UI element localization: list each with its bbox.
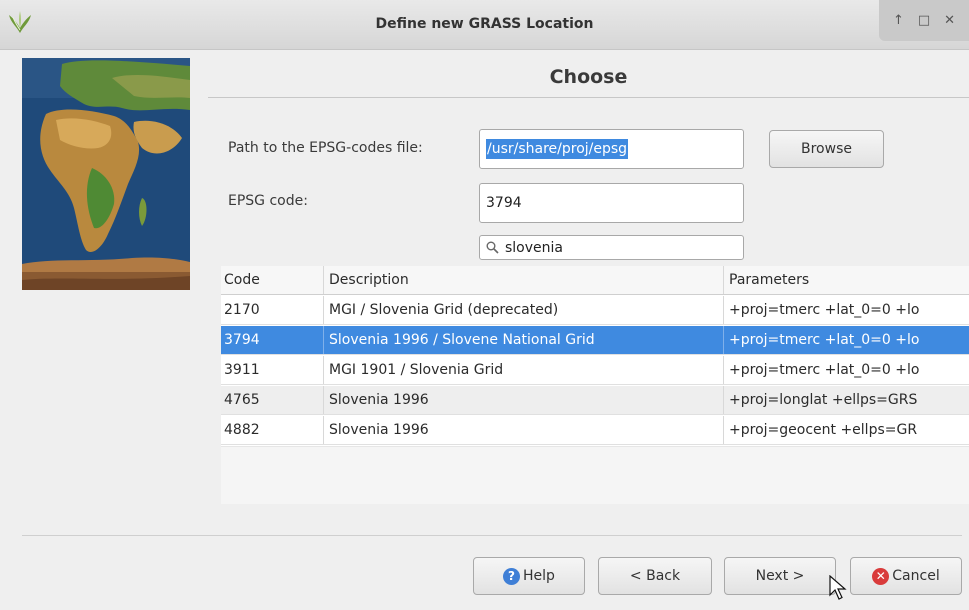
cell-description: Slovenia 1996 / Slovene National Grid [324, 326, 724, 354]
table-row[interactable]: 3911 MGI 1901 / Slovenia Grid +proj=tmer… [221, 356, 969, 385]
epsg-code-value: 3794 [486, 195, 522, 211]
world-map-image [22, 58, 190, 290]
epsg-code-table: Code Description Parameters 2170 MGI / S… [221, 266, 969, 504]
window-controls: ↑ □ ✕ [879, 0, 969, 41]
cell-parameters: +proj=geocent +ellps=GR [729, 422, 918, 438]
cell-parameters: +proj=tmerc +lat_0=0 +lo [729, 362, 920, 378]
search-input[interactable]: slovenia [479, 235, 744, 260]
epsg-code-label: EPSG code: [228, 193, 308, 209]
back-button[interactable]: < Back [598, 557, 712, 595]
mouse-cursor-icon [829, 575, 847, 600]
section-title: Choose [549, 66, 628, 88]
next-button[interactable]: Next > [724, 557, 836, 595]
table-row[interactable]: 4765 Slovenia 1996 +proj=longlat +ellps=… [221, 386, 969, 415]
column-header-code[interactable]: Code [221, 266, 324, 294]
section-divider [208, 97, 969, 98]
search-value: slovenia [505, 239, 563, 256]
close-icon[interactable]: ✕ [944, 13, 955, 28]
table-empty-area [221, 446, 969, 504]
table-header: Code Description Parameters [221, 266, 969, 295]
table-row[interactable]: 2170 MGI / Slovenia Grid (deprecated) +p… [221, 296, 969, 325]
cell-code: 4882 [221, 416, 324, 444]
cell-code: 3911 [221, 356, 324, 384]
cell-code: 3794 [221, 326, 324, 354]
cell-description: MGI / Slovenia Grid (deprecated) [324, 296, 724, 324]
maximize-icon[interactable]: ↑ [893, 13, 904, 28]
cancel-icon: ✕ [872, 567, 890, 585]
help-button-label: Help [523, 568, 555, 584]
epsg-code-input[interactable]: 3794 [479, 183, 744, 223]
epsg-path-input[interactable]: /usr/share/proj/epsg [479, 129, 744, 169]
epsg-path-label: Path to the EPSG-codes file: [228, 140, 423, 156]
table-row-selected[interactable]: 3794 Slovenia 1996 / Slovene National Gr… [221, 326, 969, 355]
table-row[interactable]: 4882 Slovenia 1996 +proj=geocent +ellps=… [221, 416, 969, 445]
window-titlebar: Define new GRASS Location ↑ □ ✕ [0, 0, 969, 50]
cell-code: 2170 [221, 296, 324, 324]
cell-description: Slovenia 1996 [324, 416, 724, 444]
help-button[interactable]: ? Help [473, 557, 585, 595]
epsg-path-value: /usr/share/proj/epsg [486, 139, 629, 159]
cell-parameters: +proj=tmerc +lat_0=0 +lo [729, 332, 920, 348]
restore-icon[interactable]: □ [918, 13, 930, 28]
window-title: Define new GRASS Location [375, 16, 594, 32]
cancel-button[interactable]: ✕ Cancel [850, 557, 962, 595]
column-header-description[interactable]: Description [324, 266, 724, 294]
cell-code: 4765 [221, 386, 324, 414]
cell-description: MGI 1901 / Slovenia Grid [324, 356, 724, 384]
footer-divider [22, 535, 962, 536]
cell-parameters: +proj=longlat +ellps=GRS [729, 392, 918, 408]
help-icon: ? [503, 567, 521, 585]
browse-button[interactable]: Browse [769, 130, 884, 168]
cell-parameters: +proj=tmerc +lat_0=0 +lo [729, 302, 920, 318]
cell-description: Slovenia 1996 [324, 386, 724, 414]
search-icon [486, 241, 499, 254]
column-header-parameters[interactable]: Parameters [724, 266, 969, 294]
cancel-button-label: Cancel [892, 568, 940, 584]
